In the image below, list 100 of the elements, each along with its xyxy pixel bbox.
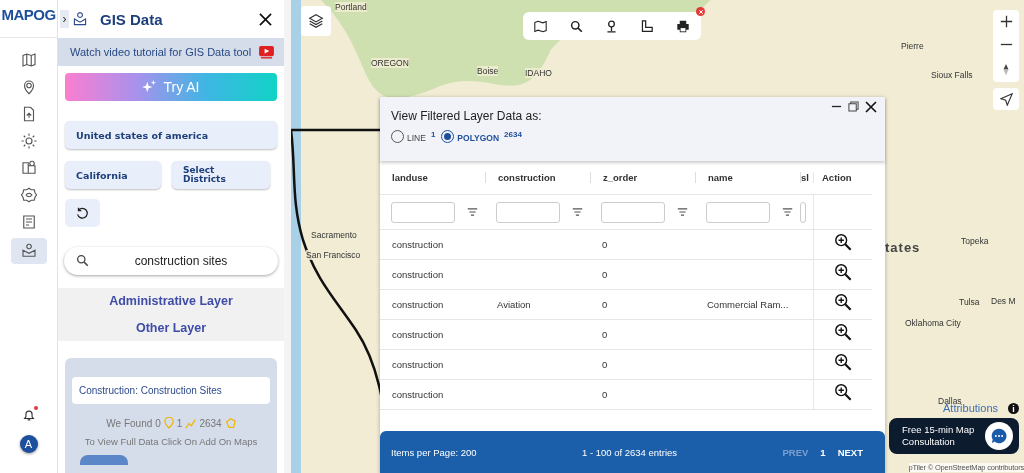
- search-icon: [76, 254, 89, 267]
- result-hint: To View Full Data Click On Add On Maps: [83, 436, 259, 447]
- zoom-in-icon[interactable]: [834, 263, 852, 281]
- map-pin-icon: [19, 159, 38, 177]
- district-select[interactable]: Select Districts: [172, 161, 270, 189]
- table-cell: construction: [392, 299, 444, 310]
- polyline-icon: [185, 417, 197, 429]
- notification-bell-icon[interactable]: [21, 408, 36, 422]
- search-field[interactable]: construction sites: [64, 247, 278, 275]
- close-icon[interactable]: [259, 12, 272, 26]
- consultation-text: Free 15-min Map Consultation: [902, 424, 976, 448]
- table-cell: Commercial Ram...: [707, 299, 789, 310]
- table-cell: 0: [602, 239, 608, 250]
- info-icon[interactable]: i: [1008, 403, 1019, 414]
- filter-icon[interactable]: [467, 207, 478, 217]
- table-cell: 0: [602, 269, 608, 280]
- consultation-banner[interactable]: Free 15-min Map Consultation: [889, 418, 1019, 454]
- zoom-in-icon[interactable]: [834, 383, 852, 401]
- gear-icon: [19, 132, 38, 150]
- filter-icon[interactable]: [677, 207, 688, 217]
- layer-category[interactable]: Other Layer: [135, 321, 207, 335]
- column-header: name: [695, 172, 800, 183]
- found-label: We Found: [106, 417, 153, 429]
- map-label: Sioux Falls: [931, 70, 973, 80]
- close-icon[interactable]: [865, 101, 877, 113]
- column-header: z_order: [590, 172, 695, 183]
- map-label: Sacramento: [311, 230, 357, 240]
- country-select[interactable]: United states of america: [65, 121, 277, 149]
- layer-pin-icon: [72, 11, 88, 27]
- line-count: 1: [176, 417, 183, 429]
- window-title: View Filtered Layer Data as:: [391, 109, 542, 123]
- user-avatar[interactable]: A: [19, 435, 38, 453]
- filter-icon[interactable]: [572, 207, 583, 217]
- add-to-map-button[interactable]: [80, 455, 128, 465]
- map-label: Topeka: [961, 236, 989, 246]
- map-label: Des M: [991, 296, 1016, 306]
- filter-icon[interactable]: [782, 207, 793, 217]
- polygon-count: 2634: [199, 417, 222, 429]
- map-label: IDAHO: [525, 68, 552, 78]
- pin-icon[interactable]: [604, 19, 618, 33]
- entries-range: 1 - 100 of 2634 entries: [582, 446, 678, 458]
- zoom-in-icon[interactable]: [834, 233, 852, 251]
- result-title[interactable]: Construction: Construction Sites: [72, 377, 270, 404]
- layer-category[interactable]: Administrative Layer: [109, 294, 233, 308]
- sidebar-item[interactable]: [10, 238, 47, 264]
- ruler-icon[interactable]: [640, 19, 654, 33]
- zoom-in-icon[interactable]: [999, 15, 1013, 29]
- state-select[interactable]: California: [65, 161, 161, 189]
- eye-gear-icon: [19, 186, 38, 204]
- filter-field[interactable]: [706, 201, 770, 223]
- map-label: Oklahoma City: [905, 318, 961, 328]
- logo: MAPOG: [0, 0, 57, 38]
- map-icon[interactable]: [534, 19, 548, 33]
- zoom-in-icon[interactable]: [834, 323, 852, 341]
- column-header: Action: [813, 172, 872, 183]
- video-play-icon[interactable]: [259, 45, 274, 59]
- zoom-in-icon[interactable]: [834, 353, 852, 371]
- table-cell: 0: [602, 299, 608, 310]
- column-header: sl: [800, 172, 813, 183]
- pin-icon: [163, 417, 174, 429]
- next-button[interactable]: NEXT: [837, 446, 863, 458]
- print-icon[interactable]: [675, 19, 690, 33]
- panel-title: GIS Data: [100, 10, 163, 28]
- table-cell: 0: [602, 359, 608, 370]
- map-label: San Francisco: [306, 250, 361, 260]
- filter-field[interactable]: [601, 201, 665, 223]
- map-label: Portland: [335, 2, 367, 12]
- table-cell: 0: [602, 389, 608, 400]
- layer-pin-icon: [19, 242, 38, 260]
- maximize-icon[interactable]: [848, 101, 859, 112]
- chat-bubble-icon: [990, 427, 1008, 445]
- table-cell: Aviation: [497, 299, 531, 310]
- layers-icon: [307, 12, 325, 30]
- table-cell: construction: [392, 239, 444, 250]
- zoom-in-icon[interactable]: [834, 293, 852, 311]
- map-label: Pierre: [901, 41, 924, 51]
- items-per-page[interactable]: Items per Page: 200: [391, 446, 477, 458]
- table-cell: construction: [392, 329, 444, 340]
- reset-button[interactable]: [65, 199, 100, 227]
- table-cell: construction: [392, 389, 444, 400]
- search-icon[interactable]: [569, 19, 583, 33]
- filter-field[interactable]: [496, 201, 560, 223]
- map-label: Tulsa: [959, 297, 980, 307]
- sparkle-icon: [142, 80, 157, 94]
- filter-field[interactable]: [800, 201, 806, 223]
- navigation-arrow-icon: [999, 92, 1013, 106]
- column-header: landuse: [391, 172, 429, 183]
- table-cell: 0: [602, 329, 608, 340]
- table-cell: construction: [392, 359, 444, 370]
- locate-button[interactable]: [993, 88, 1019, 110]
- table-cell: construction: [392, 269, 444, 280]
- page-number[interactable]: 1: [820, 446, 826, 458]
- map-label: Boise: [477, 66, 499, 76]
- column-header: construction: [485, 172, 590, 183]
- map-icon: [19, 51, 38, 69]
- filter-field[interactable]: [391, 201, 455, 223]
- layers-button[interactable]: [301, 6, 331, 36]
- expand-toggle[interactable]: ›: [60, 10, 69, 28]
- map-label: OREGON: [371, 58, 409, 68]
- chat-button[interactable]: [985, 422, 1013, 450]
